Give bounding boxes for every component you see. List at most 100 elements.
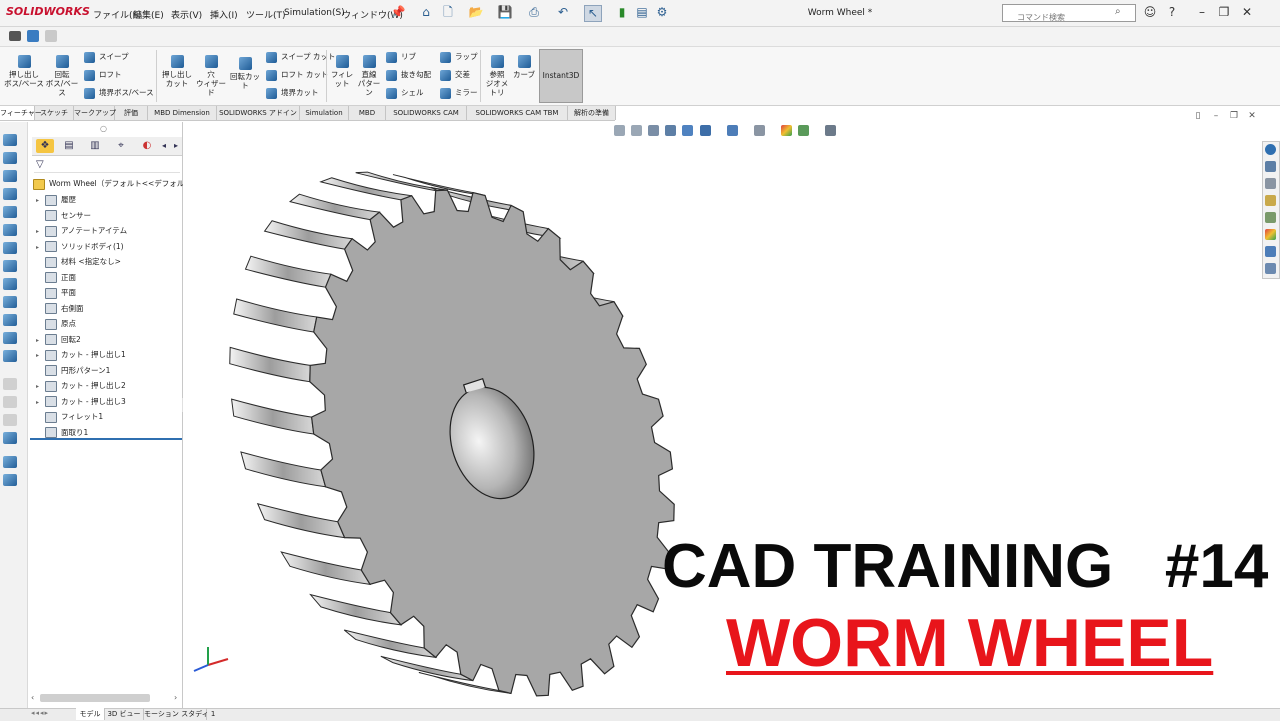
tab-mbd[interactable]: MBD [349,106,386,120]
tab-features[interactable]: フィーチャー [0,106,42,120]
tree-item[interactable]: フィレット1 [36,411,103,423]
curve-icon[interactable] [3,474,17,486]
loft-cut-button[interactable]: ロフト カット [266,69,328,81]
hole-icon[interactable] [3,224,17,236]
scroll-right-icon[interactable]: › [174,693,177,702]
tree-rollback-bar[interactable] [30,438,182,440]
horizontal-scrollbar[interactable] [40,694,150,702]
tree-item[interactable]: 円形パターン1 [36,365,110,376]
filter-icon[interactable]: ▽ [36,159,44,170]
loft-button[interactable]: ロフト [84,69,122,81]
mirror-button[interactable]: ミラー [440,87,478,99]
home-icon[interactable]: ⌂ [418,5,434,20]
appearances-icon[interactable] [1265,229,1276,240]
new-document-icon[interactable]: 🗋 [440,5,456,20]
tree-item[interactable]: ▸ カット - 押し出し1 [36,349,126,361]
tree-item[interactable]: 正面 [36,272,76,283]
tree-item[interactable]: ▸ ソリッドボディ(1) [36,241,124,253]
tab-mbd-dimension[interactable]: MBD Dimension [148,106,217,120]
tab-motion-study[interactable]: モーション スタディ 1 [144,708,215,720]
solidworks-logo[interactable]: SOLIDWORKS [6,5,90,18]
menu-insert[interactable]: 挿入(I) [210,8,238,21]
select-icon[interactable]: ↖ [584,5,602,22]
minimize-icon[interactable]: – [1193,4,1211,20]
file-properties-icon[interactable]: ▤ [634,5,650,20]
fillet-icon[interactable] [3,278,17,290]
scroll-left-icon[interactable]: ‹ [31,693,34,702]
menu-tools[interactable]: ツール(T) [246,8,286,21]
search-input[interactable] [1003,10,1117,25]
hole-wizard-button[interactable]: 穴 ウィザード [194,55,228,97]
expand-arrow-icon[interactable]: ▸ [36,381,45,392]
panel-grip-icon[interactable]: ○ [100,124,107,133]
rebuild-icon[interactable]: ▮ [614,5,630,20]
tree-root[interactable]: Worm Wheel（デフォルト<<デフォルト>_ [33,178,202,190]
boundary-icon[interactable] [3,206,17,218]
home-icon[interactable] [1265,161,1276,172]
hide-show-items-icon[interactable] [754,125,765,136]
save-icon[interactable]: 💾 [497,5,513,20]
tree-item[interactable]: 右側面 [36,303,84,314]
tree-item[interactable]: 原点 [36,318,76,330]
expand-arrow-icon[interactable]: ▸ [36,242,45,253]
tab-simulation[interactable]: Simulation [300,106,349,120]
feature-tree-tab-icon[interactable]: ❖ [36,139,54,153]
draft-button[interactable]: 抜き勾配 [386,69,431,81]
expand-arrow-icon[interactable]: ▸ [36,195,45,206]
forum-icon[interactable] [1265,263,1276,274]
search-icon[interactable]: ⌕ [1115,6,1121,17]
options-gear-icon[interactable]: ⚙ [654,5,670,20]
view-orientation-icon[interactable] [700,125,711,136]
expand-arrow-icon[interactable]: ▸ [36,226,45,237]
help-icon[interactable]: ? [1163,4,1181,20]
tree-item[interactable]: 平面 [36,287,76,299]
tab-scroll-icons[interactable]: ◂◂◂▸ [31,709,49,717]
reference-geometry-button[interactable]: 参照 ジオメトリ [483,55,511,97]
tab-solidworks-addins[interactable]: SOLIDWORKS アドイン [217,106,300,120]
apply-scene-icon[interactable] [798,125,809,136]
instant3d-button[interactable]: Instant3D [539,49,583,103]
reference-geometry-icon[interactable] [3,432,17,444]
pin-icon[interactable]: 📌 [390,5,406,20]
revolve-boss-button[interactable]: 回転 ボス/ベース [43,55,81,97]
expand-arrow-icon[interactable]: ▸ [36,335,45,346]
shell-button[interactable]: シェル [386,87,424,99]
rib-button[interactable]: リブ [386,51,416,63]
fillet-button[interactable]: フィレット [329,55,355,88]
dimxpert-tab-icon[interactable]: ⌖ [112,139,130,153]
open-icon[interactable]: 📂 [468,5,484,20]
shell-icon[interactable] [3,314,17,326]
restore-icon[interactable]: ❐ [1215,4,1233,20]
camera-icon[interactable] [9,31,21,41]
property-manager-tab-icon[interactable]: ▤ [60,139,78,153]
solidworks-resources-icon[interactable] [1265,144,1276,155]
revolve-cut-icon[interactable] [3,260,17,272]
draft-icon[interactable] [3,350,17,362]
menu-view[interactable]: 表示(V) [171,8,202,21]
camera-settings-icon[interactable] [27,30,39,42]
revolve-cut-button[interactable]: 回転カット [228,57,262,90]
curves-button[interactable]: カーブ [511,55,537,79]
revolve-icon[interactable] [3,152,17,164]
tree-item[interactable]: ▸ カット - 押し出し2 [36,380,126,392]
view-close-icon[interactable]: ✕ [1246,111,1258,121]
tab-solidworks-cam-tbm[interactable]: SOLIDWORKS CAM TBM [467,106,568,120]
tree-item[interactable]: ▸ 回転2 [36,334,81,346]
extrude-cut-button[interactable]: 押し出し カット [160,55,194,88]
design-library-icon[interactable] [1265,178,1276,189]
extrude-icon[interactable] [3,134,17,146]
tab-model[interactable]: モデル [76,708,105,720]
display-style-icon[interactable] [727,125,738,136]
view-palette-icon[interactable] [1265,212,1276,223]
view-minimize-icon[interactable]: – [1210,111,1222,121]
menu-edit[interactable]: 編集(E) [133,8,164,21]
configuration-manager-tab-icon[interactable]: ▥ [86,139,104,153]
tab-solidworks-cam[interactable]: SOLIDWORKS CAM [386,106,467,120]
cut-icon[interactable] [3,242,17,254]
linear-pattern-button[interactable]: 直線 パターン [356,55,382,97]
tree-item[interactable]: 材料 <指定なし> [36,256,121,268]
tree-item[interactable]: 面取り1 [36,427,88,438]
view-restore-icon[interactable]: ❐ [1228,111,1240,121]
wrap-button[interactable]: ラップ [440,51,478,63]
extrude-boss-button[interactable]: 押し出し ボス/ベース [4,55,44,88]
